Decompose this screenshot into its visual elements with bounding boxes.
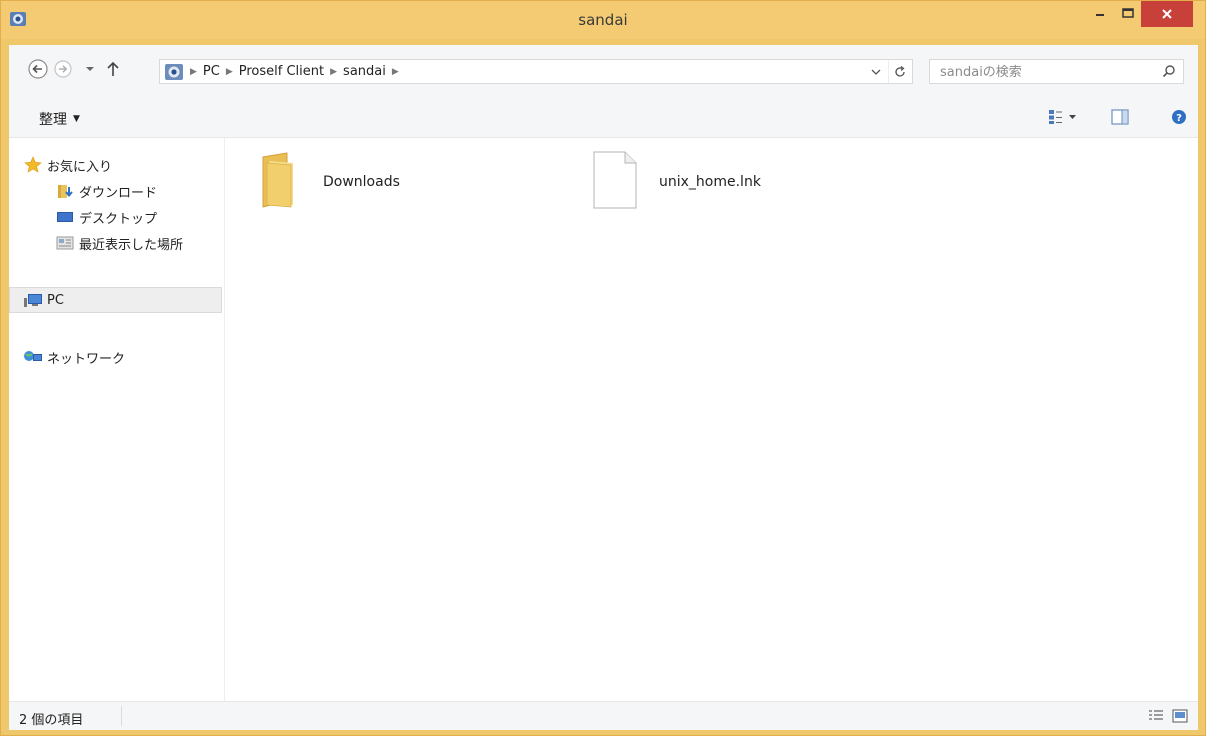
preview-pane-button[interactable] — [1109, 107, 1131, 127]
breadcrumb-separator-icon[interactable]: ▶ — [330, 67, 337, 77]
forward-button[interactable] — [51, 56, 75, 82]
folder-icon — [253, 151, 301, 213]
maximize-button[interactable] — [1113, 1, 1143, 25]
organize-menu-button[interactable]: 整理 ▼ — [39, 109, 80, 129]
desktop-icon — [55, 208, 75, 226]
status-divider — [121, 706, 122, 726]
shortcut-file-icon — [593, 151, 637, 213]
close-icon — [1162, 9, 1172, 19]
location-icon[interactable] — [164, 63, 184, 81]
preview-pane-icon — [1111, 109, 1129, 125]
computer-icon — [23, 291, 43, 309]
minimize-icon — [1096, 14, 1104, 16]
breadcrumb-pc[interactable]: PC — [203, 64, 220, 79]
main-area: お気に入り ダウンロード デスクトップ 最近表示した場所 PC ネットワーク D… — [9, 138, 1198, 701]
forward-arrow-icon — [54, 60, 72, 78]
details-view-button[interactable] — [1147, 708, 1165, 724]
explorer-window: sandai ▶ PC ▶ Proself Client ▶ sandai ▶ … — [0, 0, 1206, 736]
large-icons-view-icon — [1172, 709, 1188, 723]
navigation-pane[interactable]: お気に入り ダウンロード デスクトップ 最近表示した場所 PC ネットワーク — [9, 138, 225, 701]
nav-item-label: 最近表示した場所 — [79, 237, 184, 253]
nav-item-desktop[interactable]: デスクトップ — [55, 206, 157, 228]
recent-locations-button[interactable] — [83, 56, 97, 82]
breadcrumb-separator-icon[interactable]: ▶ — [190, 67, 197, 77]
svg-text:?: ? — [1176, 113, 1182, 124]
help-icon: ? — [1172, 110, 1186, 124]
refresh-button[interactable] — [888, 60, 911, 83]
file-item-downloads[interactable]: Downloads — [253, 152, 400, 212]
nav-item-label: お気に入り — [47, 159, 113, 175]
search-box[interactable] — [929, 59, 1184, 84]
nav-item-recent-places[interactable]: 最近表示した場所 — [55, 232, 183, 254]
large-icons-view-button[interactable] — [1171, 708, 1189, 724]
chevron-down-icon — [86, 67, 94, 71]
breadcrumb-sandai[interactable]: sandai — [343, 64, 386, 79]
nav-item-label: ネットワーク — [47, 351, 126, 367]
maximize-icon — [1122, 8, 1134, 18]
status-bar: 2 個の項目 — [9, 701, 1198, 730]
chevron-down-icon — [871, 69, 881, 75]
file-name: unix_home.lnk — [659, 174, 761, 190]
organize-label: 整理 — [39, 112, 67, 128]
breadcrumb-proself-client[interactable]: Proself Client — [239, 64, 324, 79]
star-icon — [23, 156, 43, 174]
nav-item-pc[interactable]: PC — [23, 289, 64, 311]
breadcrumb-separator-icon[interactable]: ▶ — [226, 67, 233, 77]
view-options-icon — [1049, 110, 1076, 124]
change-view-button[interactable] — [1047, 107, 1079, 127]
nav-item-downloads[interactable]: ダウンロード — [55, 180, 157, 202]
breadcrumb-separator-icon[interactable]: ▶ — [392, 67, 399, 77]
nav-item-network[interactable]: ネットワーク — [23, 346, 125, 368]
recent-places-icon — [55, 234, 75, 252]
nav-item-label: ダウンロード — [79, 185, 158, 201]
file-name: Downloads — [323, 174, 400, 190]
search-input[interactable] — [938, 62, 1152, 83]
command-bar: 整理 ▼ ? — [9, 97, 1198, 138]
title-bar[interactable]: sandai — [1, 1, 1205, 39]
refresh-icon — [895, 65, 905, 77]
navigation-bar: ▶ PC ▶ Proself Client ▶ sandai ▶ — [9, 45, 1198, 97]
search-icon[interactable] — [1162, 64, 1176, 82]
close-button[interactable] — [1141, 1, 1193, 27]
back-button[interactable] — [25, 56, 51, 82]
help-button[interactable]: ? — [1169, 107, 1189, 127]
file-list[interactable]: Downloads unix_home.lnk — [225, 138, 1198, 701]
nav-item-label: PC — [47, 292, 64, 308]
minimize-button[interactable] — [1085, 1, 1115, 25]
address-bar[interactable]: ▶ PC ▶ Proself Client ▶ sandai ▶ — [159, 59, 913, 84]
up-arrow-icon — [107, 61, 119, 76]
downloads-folder-icon — [55, 182, 75, 200]
up-button[interactable] — [104, 56, 122, 82]
nav-item-label: デスクトップ — [79, 211, 158, 227]
file-item-unix-home[interactable]: unix_home.lnk — [593, 151, 761, 213]
window-title: sandai — [578, 11, 628, 29]
back-arrow-icon — [28, 59, 48, 79]
address-history-button[interactable] — [867, 60, 885, 83]
item-count: 2 個の項目 — [19, 713, 84, 728]
breadcrumb: ▶ PC ▶ Proself Client ▶ sandai ▶ — [164, 60, 405, 83]
chevron-down-icon: ▼ — [73, 114, 80, 124]
details-view-icon — [1149, 710, 1163, 720]
network-icon — [23, 348, 43, 366]
nav-item-favorites[interactable]: お気に入り — [23, 154, 112, 176]
